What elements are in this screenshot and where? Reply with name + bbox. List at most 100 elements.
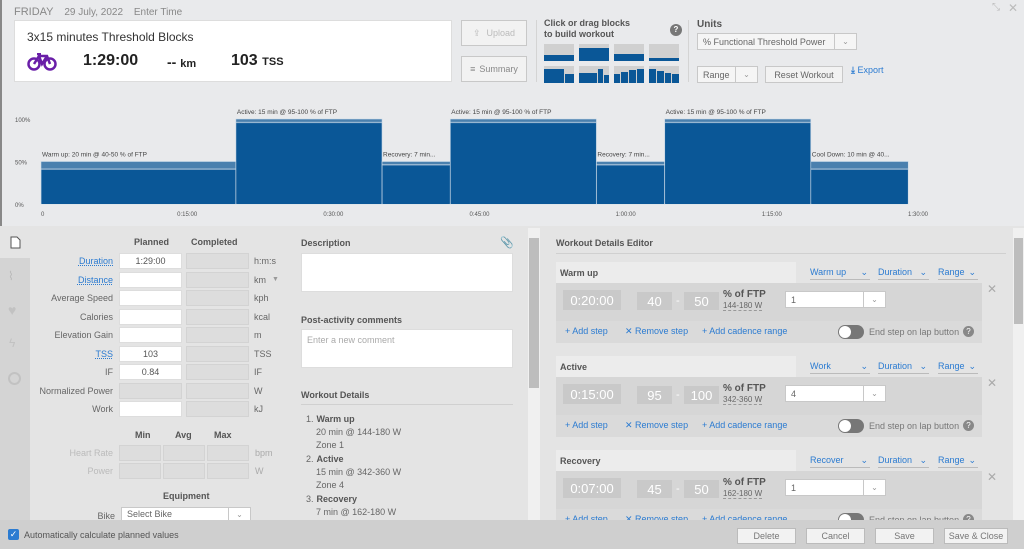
bike-select[interactable]: Select Bike ⌄ xyxy=(121,507,251,521)
range-low-input[interactable]: 45 xyxy=(637,480,672,498)
comment-input[interactable]: Enter a new comment xyxy=(301,329,513,368)
detail-title: 1. Warm up xyxy=(306,413,516,426)
duration-dropdown[interactable]: Duration ⌄ xyxy=(878,455,929,468)
block-three-step[interactable] xyxy=(579,66,609,83)
distance-unit-dropdown-icon[interactable]: ▼ xyxy=(272,276,279,283)
zone-value: 1 xyxy=(791,482,797,493)
middle-scrollbar[interactable] xyxy=(528,228,540,520)
collapse-icon[interactable]: ⤡ xyxy=(992,2,1000,13)
cancel-button[interactable]: Cancel xyxy=(806,528,865,544)
block-cooldown[interactable] xyxy=(649,44,679,61)
planned-field[interactable] xyxy=(119,401,182,417)
delete-button[interactable]: Delete xyxy=(737,528,796,544)
remove-step-button[interactable]: ✕ Remove step xyxy=(625,420,688,431)
block-active[interactable] xyxy=(579,44,609,61)
power-min-field xyxy=(119,463,161,479)
chevron-down-icon: ⌄ xyxy=(860,455,868,465)
remove-block-icon[interactable]: ✕ xyxy=(987,376,997,390)
description-textarea[interactable] xyxy=(301,253,513,292)
field-label[interactable]: TSS xyxy=(3,349,113,359)
range-dropdown-label: Range xyxy=(938,455,965,465)
planned-field[interactable]: 103 xyxy=(119,345,182,362)
reset-workout-button[interactable]: Reset Workout xyxy=(765,66,843,83)
zone-value: 4 xyxy=(791,388,797,399)
save-close-button[interactable]: Save & Close xyxy=(944,528,1008,544)
zone-select[interactable]: 4 ⌄ xyxy=(785,385,886,402)
close-icon[interactable]: ✕ xyxy=(1008,1,1018,15)
step-duration-input[interactable]: 0:07:00 xyxy=(563,478,621,498)
enter-time-link[interactable]: Enter Time xyxy=(134,7,182,18)
range-dropdown[interactable]: Range ⌄ xyxy=(938,361,978,374)
field-label[interactable]: Distance xyxy=(3,275,113,285)
duration-dropdown[interactable]: Duration ⌄ xyxy=(878,361,929,374)
paperclip-icon[interactable]: 📎 xyxy=(500,236,514,249)
summary-button[interactable]: ≡ Summary xyxy=(461,56,527,82)
planned-field[interactable] xyxy=(119,290,182,306)
block-two-step[interactable] xyxy=(544,66,574,83)
completed-field xyxy=(186,290,249,306)
help-icon[interactable]: ? xyxy=(963,326,974,337)
planned-field[interactable] xyxy=(119,308,182,325)
zone-select[interactable]: 1 ⌄ xyxy=(785,291,886,308)
power-label: Power xyxy=(87,466,113,476)
remove-block-icon[interactable]: ✕ xyxy=(987,470,997,484)
help-icon[interactable]: ? xyxy=(963,420,974,431)
lap-toggle[interactable] xyxy=(838,419,864,433)
range-dropdown[interactable]: Range ⌄ xyxy=(938,455,978,468)
remove-block-icon[interactable]: ✕ xyxy=(987,282,997,296)
step-duration-input[interactable]: 0:20:00 xyxy=(563,290,621,310)
block-warmup[interactable] xyxy=(544,44,574,61)
range-high-input[interactable]: 100 xyxy=(684,386,719,404)
step-label: Active: 15 min @ 95-100 % of FTP xyxy=(451,109,551,116)
unit-label: W xyxy=(254,385,263,396)
auto-calc-checkbox[interactable]: ✓ xyxy=(8,529,19,540)
workout-chart[interactable]: 100% 50% 0% 0 0:15:00 0:30:00 0:45:00 1:00:00 1:… xyxy=(0,100,1024,225)
lap-toggle[interactable] xyxy=(838,325,864,339)
planned-field[interactable]: 0.84 xyxy=(119,364,182,380)
step-type-dropdown[interactable]: Recover ⌄ xyxy=(810,455,870,468)
divider xyxy=(536,20,537,82)
planned-field[interactable]: 1:29:00 xyxy=(119,253,182,269)
step-block-title[interactable]: Active xyxy=(556,356,796,377)
auto-calc-label: Automatically calculate planned values xyxy=(24,530,179,540)
units-select[interactable]: % Functional Threshold Power ⌄ xyxy=(697,33,857,50)
step-type-dropdown[interactable]: Work ⌄ xyxy=(810,361,870,374)
tab-details[interactable] xyxy=(0,226,30,258)
builder-hint-line1: Click or drag blocks xyxy=(544,18,631,28)
add-step-button[interactable]: + Add step xyxy=(565,420,608,430)
upload-button[interactable]: ⇪ Upload xyxy=(461,20,527,46)
scroll-thumb[interactable] xyxy=(1014,238,1023,324)
planned-field[interactable] xyxy=(119,271,182,288)
duration-dropdown[interactable]: Duration ⌄ xyxy=(878,267,929,280)
help-icon[interactable]: ? xyxy=(670,24,682,36)
step-duration-input[interactable]: 0:15:00 xyxy=(563,384,621,404)
range-high-input[interactable]: 50 xyxy=(684,480,719,498)
step-block-title[interactable]: Warm up xyxy=(556,262,796,283)
field-label[interactable]: Duration xyxy=(3,256,113,266)
add-step-button[interactable]: + Add step xyxy=(565,326,608,336)
range-low-input[interactable]: 95 xyxy=(637,386,672,404)
block-recovery[interactable] xyxy=(614,44,644,61)
editor-scrollbar[interactable] xyxy=(1013,228,1024,520)
units-label: Units xyxy=(697,19,722,30)
save-button[interactable]: Save xyxy=(875,528,934,544)
range-select[interactable]: Range ⌄ xyxy=(697,66,758,83)
range-dropdown-label: Range xyxy=(938,267,965,277)
range-low-input[interactable]: 40 xyxy=(637,292,672,310)
step-type-dropdown[interactable]: Warm up ⌄ xyxy=(810,267,870,280)
export-button[interactable]: ⤓ Export xyxy=(851,65,884,76)
scroll-thumb[interactable] xyxy=(529,238,539,388)
add-cadence-button[interactable]: + Add cadence range xyxy=(702,420,787,430)
zone-select[interactable]: 1 ⌄ xyxy=(785,479,886,496)
planned-field[interactable] xyxy=(119,327,182,343)
range-dropdown[interactable]: Range ⌄ xyxy=(938,267,978,280)
workout-title[interactable]: 3x15 minutes Threshold Blocks xyxy=(27,30,194,44)
step-block-title[interactable]: Recovery xyxy=(556,450,796,471)
add-cadence-button[interactable]: + Add cadence range xyxy=(702,326,787,336)
block-ramp-down[interactable] xyxy=(649,66,679,83)
remove-step-button[interactable]: ✕ Remove step xyxy=(625,326,688,337)
chevron-down-icon: ⌄ xyxy=(860,267,868,277)
range-high-input[interactable]: 50 xyxy=(684,292,719,310)
block-ramp-up[interactable] xyxy=(614,66,644,83)
planned-field xyxy=(119,382,182,399)
